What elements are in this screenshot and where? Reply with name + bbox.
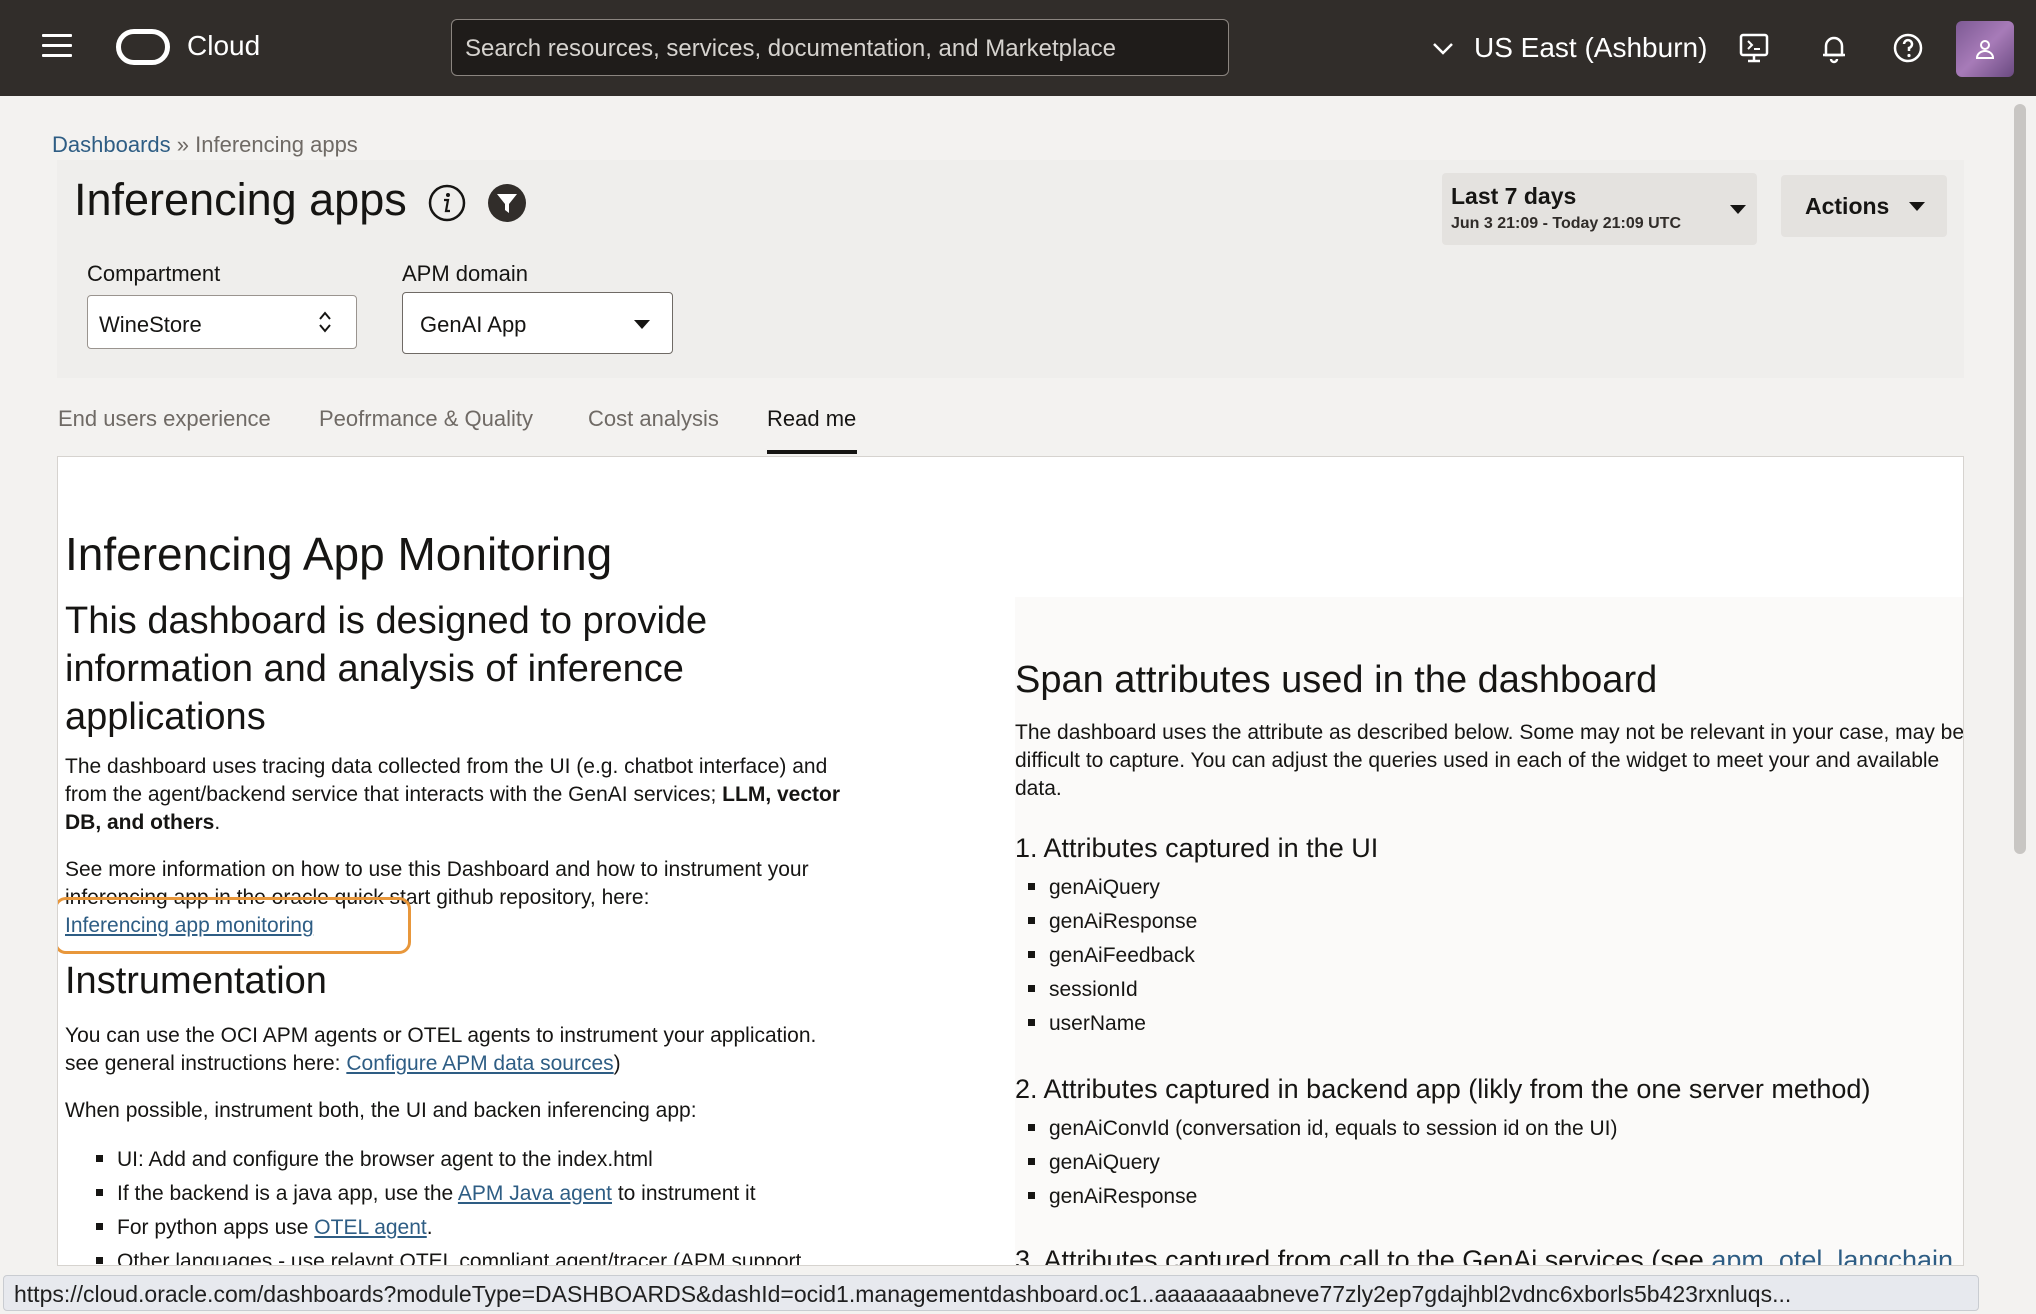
bullet-java-pre: If the backend is a java app, use the [117,1182,458,1205]
list-item: If the backend is a java app, use the AP… [96,1177,801,1211]
readme-intro-text: The dashboard uses tracing data collecte… [65,755,828,806]
list-item: sessionId [1028,973,1197,1007]
caret-down-icon [1909,202,1925,211]
tab-end-users-experience[interactable]: End users experience [58,406,271,432]
bullet-java-post: to instrument it [612,1182,756,1205]
tab-cost-analysis[interactable]: Cost analysis [588,406,719,432]
backend-attributes-title: 2. Attributes captured in backend app (l… [1015,1074,1871,1104]
otel-agent-link[interactable]: OTEL agent [314,1216,426,1239]
list-item: genAiFeedback [1028,939,1197,973]
list-item: genAiQuery [1028,871,1197,905]
status-url-bar: https://cloud.oracle.com/dashboards?modu… [3,1275,1979,1311]
span-attributes-desc: The dashboard uses the attribute as desc… [1015,721,1964,800]
genai-attributes-title-text: 3. Attributes captured from call to the … [1015,1245,1712,1266]
caret-down-icon [1730,205,1746,214]
info-icon[interactable] [428,184,466,222]
region-selector[interactable]: US East (Ashburn) [1432,32,1707,64]
apm-otel-langchain-link[interactable]: apm_otel_langchain [1711,1245,1953,1265]
search-input[interactable]: Search resources, services, documentatio… [451,19,1229,76]
ui-attributes-list: genAiQuery genAiResponse genAiFeedback s… [1028,871,1197,1041]
time-range-detail: Jun 3 21:09 - Today 21:09 UTC [1451,215,1681,232]
scrollbar-thumb[interactable] [2014,104,2026,854]
notifications-bell-icon[interactable] [1818,32,1850,64]
readme-title: Inferencing App Monitoring [65,528,613,580]
caret-down-icon [634,320,650,329]
backend-attributes-list: genAiConvId (conversation id, equals to … [1028,1112,1618,1214]
bullet-other: Other languages - use relaynt OTEL compl… [117,1250,802,1266]
user-icon [1975,40,1995,59]
actions-button[interactable]: Actions [1781,175,1947,237]
filter-icon[interactable] [487,183,527,223]
help-icon[interactable] [1892,32,1924,64]
span-attributes-title: Span attributes used in the dashboard [1015,659,1658,701]
highlight-annotation [58,897,411,954]
page-title: Inferencing apps [74,174,407,225]
cloud-shell-icon[interactable] [1738,32,1770,64]
apm-domain-label: APM domain [402,261,528,286]
list-item: For python apps use OTEL agent. [96,1211,801,1245]
chevron-down-icon [1433,43,1453,55]
list-item: genAiResponse [1028,1180,1618,1214]
oracle-logo-icon[interactable] [116,29,170,65]
list-item: UI: Add and configure the browser agent … [96,1143,801,1177]
list-item: genAiQuery [1028,1146,1618,1180]
instrumentation-title: Instrumentation [65,960,327,1002]
readme-subtitle: This dashboard is designed to provide in… [65,600,708,738]
configure-apm-data-sources-link[interactable]: Configure APM data sources [346,1052,613,1075]
updown-chevron-icon [319,311,331,333]
readme-content-card: Inferencing App Monitoring This dashboar… [57,456,1964,1266]
time-range-label: Last 7 days [1451,183,1577,209]
list-item: userName [1028,1007,1197,1041]
compartment-select[interactable]: WineStore [87,295,357,349]
menu-icon[interactable] [42,34,72,60]
breadcrumb-separator: » [176,132,190,157]
list-item: Other languages - use relaynt OTEL compl… [96,1245,802,1266]
user-avatar[interactable] [1956,21,2014,77]
list-item: genAiResponse [1028,905,1197,939]
brand-label[interactable]: Cloud [187,30,260,62]
tab-performance-quality[interactable]: Peofrmance & Quality [319,406,533,432]
actions-label: Actions [1805,193,1890,219]
tab-read-me[interactable]: Read me [767,406,856,432]
region-label: US East (Ashburn) [1474,32,1708,63]
breadcrumb-current: Inferencing apps [195,132,358,157]
readme-intro: The dashboard uses tracing data collecte… [65,753,855,837]
genai-attributes-title: 3. Attributes captured from call to the … [1015,1245,1953,1266]
bullet-ui: UI: Add and configure the browser agent … [117,1148,653,1171]
top-navigation-bar: Cloud Search resources, services, docume… [0,0,2036,96]
time-range-picker[interactable]: Last 7 days Jun 3 21:09 - Today 21:09 UT… [1442,173,1757,245]
bullet-py-pre: For python apps use [117,1216,315,1239]
ui-attributes-title: 1. Attributes captured in the UI [1015,833,1379,863]
list-item: genAiConvId (conversation id, equals to … [1028,1112,1618,1146]
apm-java-agent-link[interactable]: APM Java agent [458,1182,612,1205]
active-tab-indicator [767,450,857,454]
instrumentation-list: UI: Add and configure the browser agent … [96,1143,802,1266]
readme-intro-end: . [214,811,221,834]
compartment-label: Compartment [87,261,221,286]
breadcrumb-dashboards-link[interactable]: Dashboards [52,132,171,157]
bullet-py-post: . [426,1216,433,1239]
compartment-value: WineStore [99,312,202,337]
instrumentation-text-end: ) [613,1052,621,1075]
apm-domain-select[interactable]: GenAI App [402,292,673,354]
instrumentation-text: You can use the OCI APM agents or OTEL a… [65,1022,855,1078]
breadcrumb: Dashboards » Inferencing apps [52,132,358,158]
apm-domain-value: GenAI App [420,312,527,337]
instrument-both-text: When possible, instrument both, the UI a… [65,1099,697,1122]
